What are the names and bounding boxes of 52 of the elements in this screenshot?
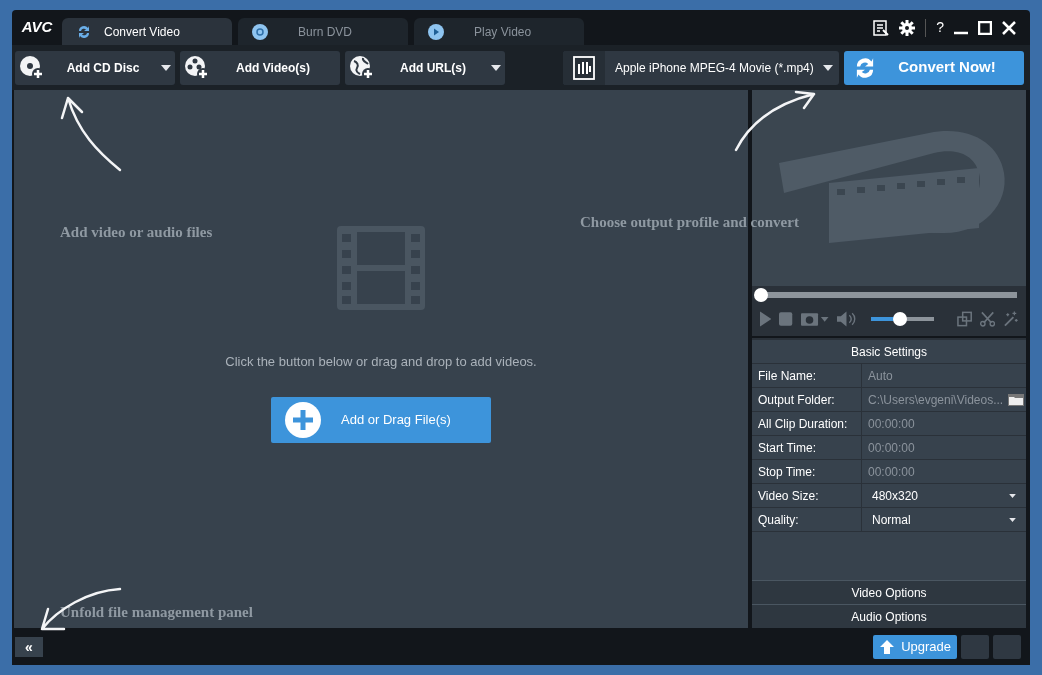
caret-icon [161, 64, 171, 71]
maximize-icon[interactable] [978, 20, 992, 35]
add-button[interactable]: Add Video(s) [180, 50, 340, 85]
drop-hint: Click the button below or drag and drop to add videos. [225, 353, 537, 371]
settings-icon[interactable] [899, 19, 916, 36]
setting-label: All Clip Duration: [752, 412, 862, 435]
disc-add-icon [19, 54, 45, 81]
volume-icon[interactable] [837, 311, 856, 327]
setting-label: File Name: [752, 364, 862, 387]
annotation-text: Unfold file management panel [60, 603, 253, 622]
volume-thumb[interactable] [893, 312, 908, 326]
refresh-icon [76, 23, 92, 40]
setting-label: Quality: [752, 508, 862, 531]
magic-wand-icon[interactable] [1002, 311, 1018, 327]
help-button[interactable]: ? [936, 17, 944, 38]
globe-add-icon [349, 54, 375, 81]
caret-icon [823, 64, 833, 71]
section-header[interactable]: Video Options [752, 580, 1026, 604]
seek-thumb[interactable] [754, 288, 768, 302]
scissors-icon[interactable] [979, 311, 995, 327]
setting-field[interactable]: 480x320 [862, 484, 1026, 507]
play-icon [428, 23, 444, 40]
setting-label: Video Size: [752, 484, 862, 507]
setting-field[interactable]: Normal [862, 508, 1026, 531]
collapse-button[interactable]: « [15, 636, 43, 657]
film-reel-add-icon [184, 54, 210, 81]
play-icon[interactable] [760, 311, 772, 327]
add-button[interactable]: Add URL(s) [345, 50, 505, 85]
add-button[interactable]: Add CD Disc [15, 50, 175, 85]
log-icon[interactable] [873, 19, 890, 36]
tab[interactable]: Play Video [414, 18, 584, 45]
camera-icon[interactable] [800, 311, 830, 327]
caret-icon [1009, 493, 1016, 498]
close-icon[interactable] [1002, 20, 1016, 35]
profile-dropdown[interactable]: Apple iPhone MPEG-4 Movie (*.mp4) [563, 50, 839, 85]
caret-icon [491, 64, 501, 71]
annotation-text: Add video or audio files [60, 223, 213, 242]
annotation-text: Choose output profile and convert [580, 213, 799, 232]
caret-icon [1009, 517, 1016, 522]
app-logo: AVC [20, 17, 54, 38]
tab[interactable]: Burn DVD [238, 18, 408, 45]
setting-label: Stop Time: [752, 460, 862, 483]
copy-icon[interactable] [956, 311, 972, 327]
plus-icon [285, 401, 321, 438]
format-icon [573, 55, 595, 80]
section-header[interactable]: Audio Options [752, 604, 1026, 628]
disc-icon [252, 23, 268, 40]
tab[interactable]: Convert Video [62, 18, 232, 45]
setting-label: Start Time: [752, 436, 862, 459]
panel-title: Basic Settings [752, 340, 1026, 364]
folder-icon[interactable] [1008, 393, 1024, 406]
setting-label: Output Folder: [752, 388, 862, 411]
